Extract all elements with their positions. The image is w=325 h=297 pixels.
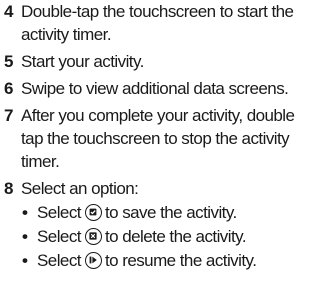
option-suffix: to resume the activity. — [104, 251, 257, 270]
step-number: 6 — [4, 79, 13, 98]
bullet-marker: • — [22, 251, 28, 270]
step-number: 8 — [4, 179, 13, 198]
option-suffix: to delete the activity. — [104, 227, 247, 246]
step-number: 4 — [4, 2, 13, 21]
step-text-line: tap the touchscreen to stop the activity — [21, 129, 290, 148]
step-text-line: Swipe to view additional data screens. — [21, 79, 289, 98]
step-text-line: timer. — [21, 152, 60, 171]
delete-icon — [84, 228, 102, 245]
option-prefix: Select — [37, 227, 82, 246]
option-prefix: Select — [37, 203, 82, 222]
step-text-line: Select an option: — [21, 179, 139, 198]
option-text: Select to delete the activity. — [37, 225, 247, 248]
step-text-line: Start your activity. — [21, 52, 144, 71]
option-suffix: to save the activity. — [104, 203, 237, 222]
step-number: 5 — [4, 52, 13, 71]
step-text-line: After you complete your activity, double — [21, 106, 295, 125]
bullet-marker: • — [22, 227, 28, 246]
resume-icon — [84, 252, 102, 269]
step-text-line: Double-tap the touchscreen to start the — [21, 2, 294, 21]
option-text: Select to resume the activity. — [37, 249, 257, 272]
step-text-line: activity timer. — [21, 25, 112, 44]
bullet-marker: • — [22, 203, 28, 222]
instruction-document: 4 Double-tap the touchscreen to start th… — [0, 0, 325, 297]
option-text: Select to save the activity. — [37, 201, 237, 224]
save-icon — [84, 204, 102, 221]
step-number: 7 — [4, 106, 13, 125]
option-prefix: Select — [37, 251, 82, 270]
